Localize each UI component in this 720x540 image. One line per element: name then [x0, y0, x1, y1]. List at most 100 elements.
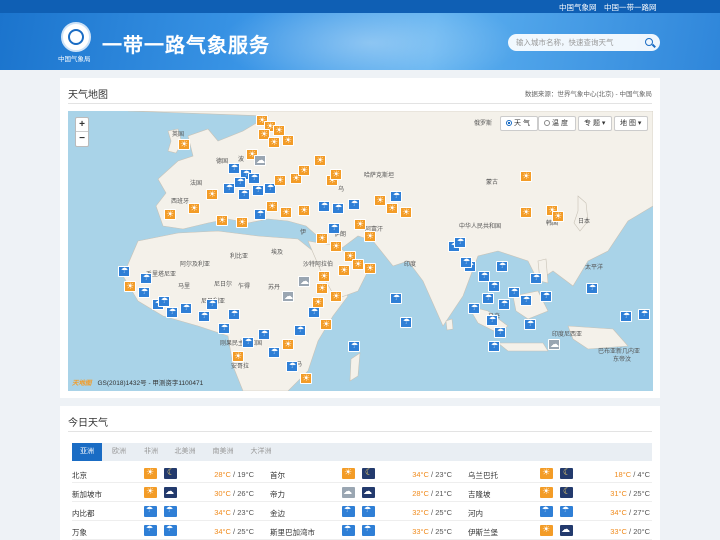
rain-weather-icon[interactable] — [294, 325, 306, 336]
sunny-weather-icon[interactable] — [188, 203, 200, 214]
rain-weather-icon[interactable] — [248, 173, 260, 184]
rain-weather-icon[interactable] — [206, 299, 218, 310]
sunny-weather-icon[interactable] — [282, 339, 294, 350]
sunny-weather-icon[interactable] — [364, 231, 376, 242]
rain-weather-icon[interactable] — [586, 283, 598, 294]
city-weather-cell[interactable]: 首尔 34°C / 23°C — [270, 465, 460, 483]
rain-weather-icon[interactable] — [390, 293, 402, 304]
sunny-weather-icon[interactable] — [352, 259, 364, 270]
rain-weather-icon[interactable] — [308, 307, 320, 318]
rain-weather-icon[interactable] — [400, 317, 412, 328]
cloudy-weather-icon[interactable] — [548, 339, 560, 350]
city-name[interactable]: 河内 — [468, 508, 483, 519]
sunny-weather-icon[interactable] — [338, 265, 350, 276]
sunny-weather-icon[interactable] — [386, 203, 398, 214]
sunny-weather-icon[interactable] — [266, 201, 278, 212]
layer-weather-radio[interactable]: 天 气 — [500, 116, 538, 131]
city-weather-cell[interactable]: 乌兰巴托 18°C / 4°C — [468, 465, 658, 483]
sunny-weather-icon[interactable] — [330, 169, 342, 180]
cloudy-weather-icon[interactable] — [254, 155, 266, 166]
rain-weather-icon[interactable] — [638, 309, 650, 320]
sunny-weather-icon[interactable] — [318, 271, 330, 282]
rain-weather-icon[interactable] — [318, 201, 330, 212]
city-name[interactable]: 北京 — [72, 470, 87, 481]
rain-weather-icon[interactable] — [138, 287, 150, 298]
sunny-weather-icon[interactable] — [268, 137, 280, 148]
sunny-weather-icon[interactable] — [316, 283, 328, 294]
city-name[interactable]: 伊斯兰堡 — [468, 527, 498, 538]
city-name[interactable]: 新加坡市 — [72, 489, 102, 500]
city-name[interactable]: 斯里巴加湾市 — [270, 527, 315, 538]
sunny-weather-icon[interactable] — [124, 281, 136, 292]
city-name[interactable]: 金边 — [270, 508, 285, 519]
rain-weather-icon[interactable] — [488, 341, 500, 352]
rain-weather-icon[interactable] — [198, 311, 210, 322]
cloudy-weather-icon[interactable] — [298, 276, 310, 287]
city-weather-cell[interactable]: 内比都 34°C / 23°C — [72, 503, 262, 521]
city-weather-cell[interactable]: 新加坡市 30°C / 26°C — [72, 484, 262, 502]
map-type-dropdown[interactable]: 地 图 ▾ — [614, 116, 648, 131]
city-name[interactable]: 内比都 — [72, 508, 95, 519]
tab-europe[interactable]: 欧洲 — [104, 443, 134, 461]
rain-weather-icon[interactable] — [482, 293, 494, 304]
sunny-weather-icon[interactable] — [314, 155, 326, 166]
tab-north-america[interactable]: 北美洲 — [170, 443, 200, 461]
sunny-weather-icon[interactable] — [316, 233, 328, 244]
rain-weather-icon[interactable] — [258, 329, 270, 340]
rain-weather-icon[interactable] — [520, 295, 532, 306]
sunny-weather-icon[interactable] — [298, 205, 310, 216]
cloudy-weather-icon[interactable] — [282, 291, 294, 302]
search-input[interactable] — [516, 36, 636, 49]
rain-weather-icon[interactable] — [228, 163, 240, 174]
sunny-weather-icon[interactable] — [164, 209, 176, 220]
sunny-weather-icon[interactable] — [178, 139, 190, 150]
rain-weather-icon[interactable] — [328, 223, 340, 234]
rain-weather-icon[interactable] — [486, 315, 498, 326]
sunny-weather-icon[interactable] — [400, 207, 412, 218]
city-weather-cell[interactable]: 吉隆坡 31°C / 25°C — [468, 484, 658, 502]
zoom-out-button[interactable]: − — [76, 132, 88, 146]
city-weather-cell[interactable]: 斯里巴加湾市 33°C / 25°C — [270, 522, 460, 540]
rain-weather-icon[interactable] — [496, 261, 508, 272]
rain-weather-icon[interactable] — [494, 327, 506, 338]
rain-weather-icon[interactable] — [488, 281, 500, 292]
rain-weather-icon[interactable] — [540, 291, 552, 302]
sunny-weather-icon[interactable] — [206, 189, 218, 200]
sunny-weather-icon[interactable] — [364, 263, 376, 274]
sunny-weather-icon[interactable] — [232, 351, 244, 362]
rain-weather-icon[interactable] — [254, 209, 266, 220]
rain-weather-icon[interactable] — [118, 266, 130, 277]
sunny-weather-icon[interactable] — [354, 219, 366, 230]
rain-weather-icon[interactable] — [332, 203, 344, 214]
tab-asia[interactable]: 亚洲 — [72, 443, 102, 461]
topic-dropdown[interactable]: 专 题 ▾ — [578, 116, 612, 131]
rain-weather-icon[interactable] — [508, 287, 520, 298]
tab-africa[interactable]: 非洲 — [136, 443, 166, 461]
rain-weather-icon[interactable] — [454, 237, 466, 248]
rain-weather-icon[interactable] — [242, 337, 254, 348]
city-weather-cell[interactable]: 帝力 28°C / 21°C — [270, 484, 460, 502]
sunny-weather-icon[interactable] — [330, 241, 342, 252]
cma-logo[interactable] — [61, 22, 91, 52]
sunny-weather-icon[interactable] — [216, 215, 228, 226]
sunny-weather-icon[interactable] — [282, 135, 294, 146]
tab-oceania[interactable]: 大洋洲 — [246, 443, 276, 461]
tab-south-america[interactable]: 南美洲 — [208, 443, 238, 461]
city-weather-cell[interactable]: 河内 34°C / 27°C — [468, 503, 658, 521]
rain-weather-icon[interactable] — [180, 303, 192, 314]
rain-weather-icon[interactable] — [348, 199, 360, 210]
rain-weather-icon[interactable] — [468, 303, 480, 314]
layer-temperature-radio[interactable]: 温 度 — [538, 116, 576, 131]
rain-weather-icon[interactable] — [238, 189, 250, 200]
rain-weather-icon[interactable] — [166, 307, 178, 318]
rain-weather-icon[interactable] — [348, 341, 360, 352]
sunny-weather-icon[interactable] — [274, 175, 286, 186]
city-weather-cell[interactable]: 伊斯兰堡 33°C / 20°C — [468, 522, 658, 540]
search-icon[interactable] — [645, 38, 653, 46]
city-name[interactable]: 万象 — [72, 527, 87, 538]
city-name[interactable]: 乌兰巴托 — [468, 470, 498, 481]
sunny-weather-icon[interactable] — [520, 207, 532, 218]
city-weather-cell[interactable]: 金边 32°C / 25°C — [270, 503, 460, 521]
rain-weather-icon[interactable] — [530, 273, 542, 284]
rain-weather-icon[interactable] — [460, 257, 472, 268]
